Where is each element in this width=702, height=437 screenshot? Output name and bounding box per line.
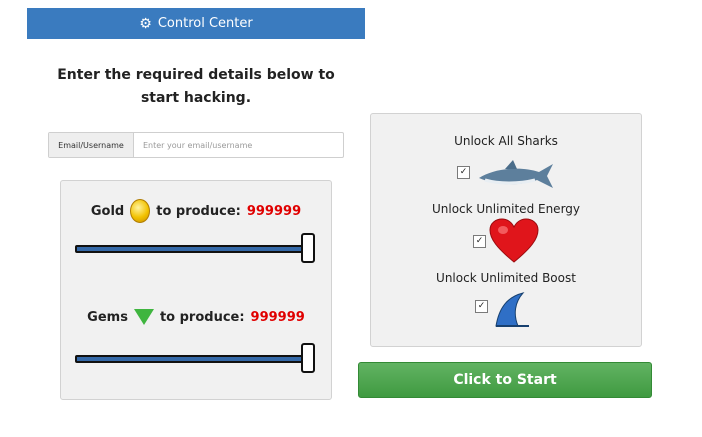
intro-text: Enter the required details below to star… [57,67,335,106]
email-input[interactable] [134,133,343,157]
email-label: Email/Username [49,133,134,157]
gold-slider-thumb[interactable] [301,233,315,263]
control-center-header: ⚙ Control Center [27,8,365,39]
gems-value: 999999 [250,309,305,325]
gem-icon [133,309,154,325]
gems-row: Gems to produce: 999999 [61,309,331,325]
unlock-energy-label: Unlock Unlimited Energy [431,202,581,216]
fin-icon [495,292,529,327]
heart-icon [489,218,539,263]
unlock-sharks-label: Unlock All Sharks [454,134,558,148]
gold-slider-track[interactable] [75,245,315,253]
unlocks-panel: Unlock All Sharks ✓ Unlock Unlimited Ene… [370,113,642,347]
unlock-boost-label: Unlock Unlimited Boost [436,271,576,285]
shark-icon [479,160,553,188]
header-title: Control Center [157,16,253,31]
gear-icon: ⚙ [139,15,152,32]
gems-suffix: to produce: [159,309,245,325]
gems-slider-thumb[interactable] [301,343,315,373]
gold-coin-icon [130,199,151,223]
gems-slider[interactable] [75,343,315,373]
gold-slider[interactable] [75,233,315,263]
gold-value: 999999 [246,203,302,219]
gold-suffix: to produce: [156,203,241,219]
gems-label: Gems [87,309,128,325]
resources-panel: Gold to produce: 999999 Gems to produce:… [60,180,332,400]
unlock-boost-checkbox[interactable]: ✓ [475,300,488,313]
email-field-group: Email/Username [48,132,344,158]
unlock-sharks-checkbox[interactable]: ✓ [457,166,470,179]
gems-slider-track[interactable] [75,355,315,363]
start-button[interactable]: Click to Start [358,362,652,398]
unlock-energy-checkbox[interactable]: ✓ [473,235,486,248]
gold-label: Gold [90,203,125,219]
gold-row: Gold to produce: 999999 [61,199,331,223]
